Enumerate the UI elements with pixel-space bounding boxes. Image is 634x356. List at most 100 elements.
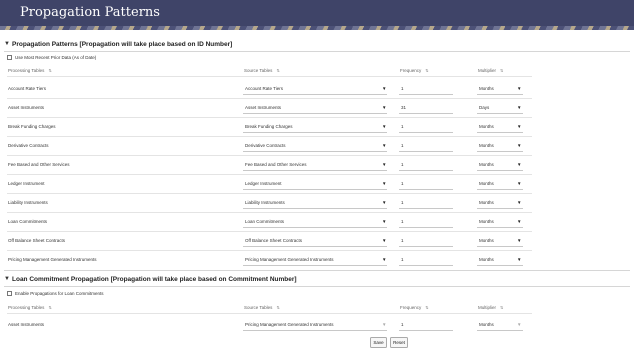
caret-down-icon[interactable]: ▼ [382, 155, 386, 174]
col-header-processing-tables[interactable]: Processing Tables ⇅ [8, 67, 52, 74]
caret-down-icon[interactable]: ▼ [382, 79, 386, 98]
chevron-down-icon[interactable]: ▼ [4, 276, 12, 282]
source-table-select[interactable]: Ledger Instrument [245, 174, 282, 193]
frequency-input[interactable]: 1 [401, 136, 404, 155]
multiplier-select[interactable]: Months [479, 155, 494, 174]
col-header-processing-tables[interactable]: Processing Tables ⇅ [8, 304, 52, 311]
table-row: Asset Instruments Asset Instruments ▼ 31… [7, 98, 532, 117]
input-underline [399, 208, 453, 209]
col-header-label: Frequency [400, 305, 422, 310]
use-recent-prior-data-checkbox-row[interactable]: Use Most Recent Prior Data (As of Date) [7, 54, 96, 61]
caret-down-icon[interactable]: ▼ [382, 212, 386, 231]
use-recent-prior-data-checkbox[interactable] [7, 55, 12, 60]
caret-down-icon[interactable]: ▼ [517, 193, 521, 212]
processing-table-cell: Liability Instruments [8, 200, 48, 205]
sort-icon[interactable]: ⇅ [276, 68, 279, 73]
sort-icon[interactable]: ⇅ [276, 305, 279, 310]
frequency-input[interactable]: 1 [401, 79, 404, 98]
col-header-source-tables[interactable]: Source Tables ⇅ [244, 67, 280, 74]
col-header-frequency[interactable]: Frequency ⇅ [400, 304, 429, 311]
page-banner: Propagation Patterns [0, 0, 634, 30]
multiplier-select[interactable]: Months [479, 212, 494, 231]
caret-down-icon[interactable]: ▼ [382, 98, 386, 117]
frequency-input[interactable]: 1 [401, 193, 404, 212]
source-table-select[interactable]: Account Rate Tiers [245, 79, 283, 98]
reset-button[interactable]: Reset [390, 337, 408, 348]
processing-table-cell: Ledger Instrument [8, 181, 45, 186]
caret-down-icon[interactable]: ▼ [382, 231, 386, 250]
caret-down-icon[interactable]: ▼ [382, 174, 386, 193]
input-underline [399, 330, 453, 331]
caret-down-icon[interactable]: ▼ [517, 98, 521, 117]
sort-icon[interactable]: ⇅ [425, 305, 428, 310]
sort-icon[interactable]: ⇅ [425, 68, 428, 73]
frequency-input[interactable]: 1 [401, 231, 404, 250]
source-table-select[interactable]: Off Balance Sheet Contracts [245, 231, 302, 250]
multiplier-select[interactable]: Months [479, 250, 494, 269]
multiplier-select[interactable]: Months [479, 79, 494, 98]
multiplier-select[interactable]: Months [479, 315, 494, 334]
source-table-select[interactable]: Loan Commitments [245, 212, 284, 231]
source-table-select[interactable]: Pricing Management Generated Instruments [245, 250, 334, 269]
processing-table-cell: Asset Instruments [8, 105, 45, 110]
frequency-input[interactable]: 1 [401, 250, 404, 269]
chevron-down-icon[interactable]: ▼ [4, 41, 12, 47]
checkbox-label: Use Most Recent Prior Data (As of Date) [15, 55, 97, 60]
source-table-select[interactable]: Pricing Management Generated Instruments [245, 315, 334, 334]
frequency-input[interactable]: 1 [401, 117, 404, 136]
input-underline [399, 246, 453, 247]
select-underline [243, 94, 387, 95]
save-button[interactable]: Save [370, 337, 387, 348]
caret-down-icon[interactable]: ▼ [517, 155, 521, 174]
multiplier-select[interactable]: Months [479, 193, 494, 212]
page-title: Propagation Patterns [20, 5, 160, 20]
multiplier-select[interactable]: Months [479, 174, 494, 193]
source-table-select[interactable]: Break Funding Charges [245, 117, 293, 136]
processing-table-cell: Derivative Contracts [8, 143, 49, 148]
source-table-select[interactable]: Asset Instruments [245, 98, 281, 117]
caret-down-icon[interactable]: ▼ [517, 79, 521, 98]
caret-down-icon[interactable]: ▼ [517, 174, 521, 193]
multiplier-select[interactable]: Months [479, 136, 494, 155]
caret-down-icon[interactable]: ▼ [382, 136, 386, 155]
col-header-multiplier[interactable]: Multiplier ⇅ [478, 67, 503, 74]
caret-down-icon[interactable]: ▼ [517, 212, 521, 231]
sort-icon[interactable]: ⇅ [500, 305, 503, 310]
source-table-select[interactable]: Derivative Contracts [245, 136, 286, 155]
select-underline [243, 227, 387, 228]
enable-loan-commitment-propagation-checkbox[interactable] [7, 291, 12, 296]
caret-down-icon[interactable]: ▼ [382, 250, 386, 269]
col-header-source-tables[interactable]: Source Tables ⇅ [244, 304, 280, 311]
sort-icon[interactable]: ⇅ [500, 68, 503, 73]
caret-down-icon[interactable]: ▼ [517, 231, 521, 250]
input-underline [399, 94, 453, 95]
col-header-multiplier[interactable]: Multiplier ⇅ [478, 304, 503, 311]
section-propagation-patterns-header[interactable]: ▼ Propagation Patterns [Propagation will… [4, 38, 630, 50]
frequency-input[interactable]: 1 [401, 155, 404, 174]
multiplier-select[interactable]: Months [479, 231, 494, 250]
multiplier-select[interactable]: Months [479, 117, 494, 136]
multiplier-select[interactable]: Days [479, 98, 489, 117]
frequency-input[interactable]: 1 [401, 212, 404, 231]
frequency-input[interactable]: 31 [401, 98, 406, 117]
caret-down-icon[interactable]: ▼ [517, 315, 521, 334]
col-header-frequency[interactable]: Frequency ⇅ [400, 67, 429, 74]
caret-down-icon[interactable]: ▼ [517, 250, 521, 269]
section-loan-commitment-header[interactable]: ▼ Loan Commitment Propagation [Propagati… [4, 273, 630, 285]
sort-icon[interactable]: ⇅ [48, 68, 51, 73]
caret-down-icon[interactable]: ▼ [382, 117, 386, 136]
caret-down-icon[interactable]: ▼ [517, 136, 521, 155]
sort-icon[interactable]: ⇅ [48, 305, 51, 310]
caret-down-icon[interactable]: ▼ [517, 117, 521, 136]
frequency-input[interactable]: 1 [401, 174, 404, 193]
caret-down-icon[interactable]: ▼ [382, 193, 386, 212]
table-row: Fee Based and Other Services Fee Based a… [7, 155, 532, 174]
caret-down-icon[interactable]: ▼ [382, 315, 386, 334]
frequency-input[interactable]: 1 [401, 315, 404, 334]
source-table-select[interactable]: Fee Based and Other Services [245, 155, 307, 174]
col-header-label: Processing Tables [8, 305, 45, 310]
select-underline [243, 189, 387, 190]
source-table-select[interactable]: Liability Instruments [245, 193, 285, 212]
processing-table-cell: Asset Instruments [8, 322, 45, 327]
enable-loan-commitment-propagation-row[interactable]: Enable Propagations for Loan Commitments [7, 290, 104, 297]
